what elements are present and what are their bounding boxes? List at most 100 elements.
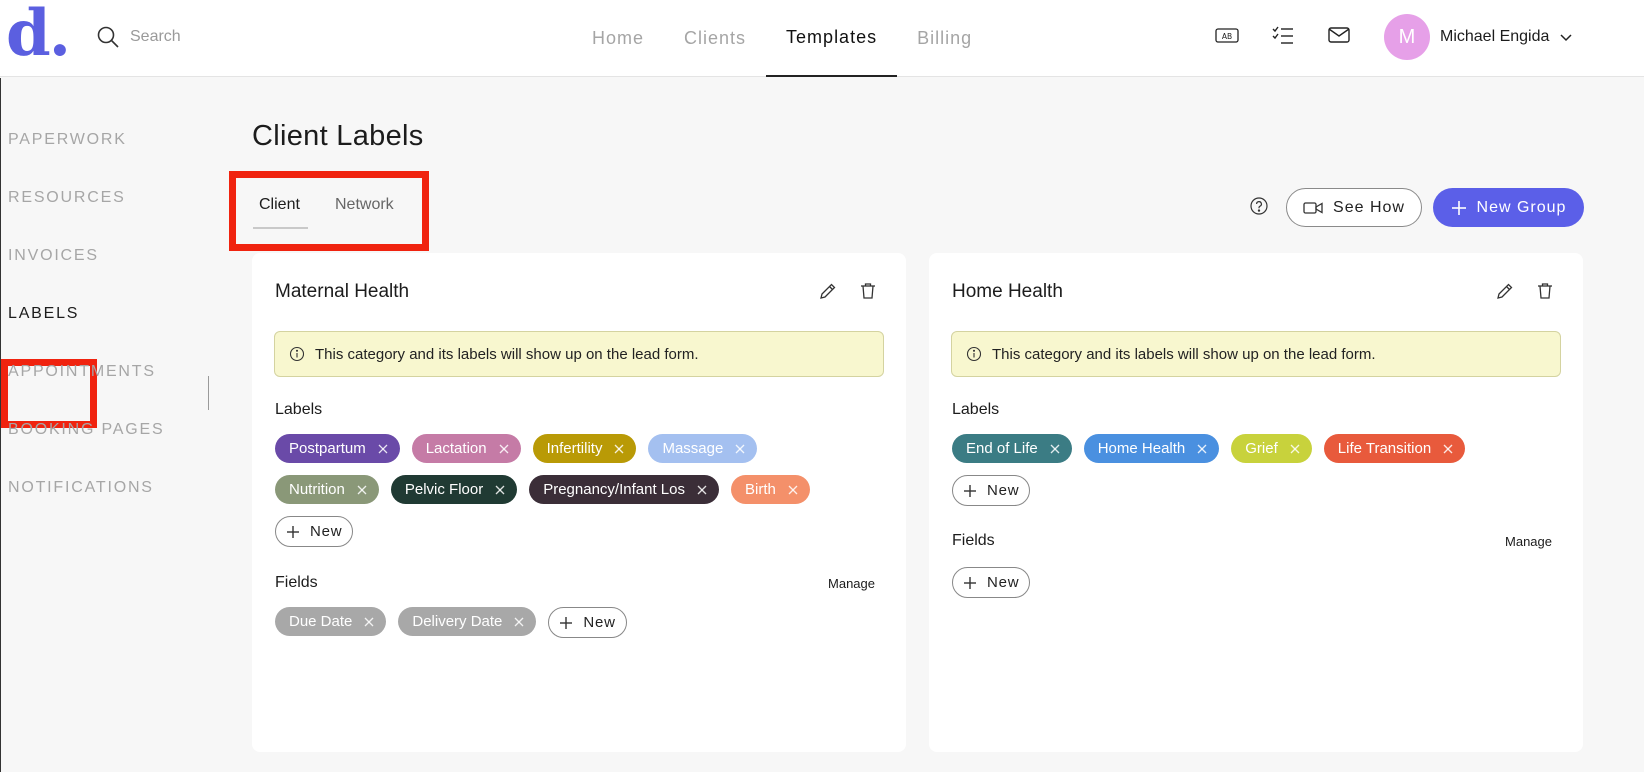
chip-text: Pregnancy/Infant Los xyxy=(543,481,685,498)
chip-text: Postpartum xyxy=(289,440,366,457)
video-icon xyxy=(1303,201,1323,214)
labels-heading: Labels xyxy=(952,401,1000,418)
nav-home[interactable]: Home xyxy=(572,0,664,77)
labels-heading: Labels xyxy=(275,401,323,418)
avatar: M xyxy=(1384,14,1430,60)
close-icon[interactable] xyxy=(364,617,374,627)
fields-heading: Fields xyxy=(275,574,318,591)
see-how-button[interactable]: See How xyxy=(1286,188,1422,227)
group-card-maternal-health: Maternal Health This category and its la… xyxy=(252,253,906,752)
plus-icon xyxy=(1451,200,1466,215)
sidebar-divider xyxy=(208,376,209,410)
sidebar-item-labels[interactable]: LABELS xyxy=(8,305,79,323)
card-title: Home Health xyxy=(952,281,1063,302)
sidebar-item-resources[interactable]: RESOURCES xyxy=(8,189,126,207)
nav-billing[interactable]: Billing xyxy=(897,0,992,77)
sidebar-item-paperwork[interactable]: PAPERWORK xyxy=(8,131,127,149)
nav-templates[interactable]: Templates xyxy=(766,0,898,77)
search-box[interactable] xyxy=(96,22,290,52)
info-icon xyxy=(289,346,305,362)
new-field-text: New xyxy=(987,574,1020,591)
sidebar-item-appointments[interactable]: APPOINTMENTS xyxy=(8,363,156,381)
lead-form-notice: This category and its labels will show u… xyxy=(274,331,884,377)
chip-text: Nutrition xyxy=(289,481,345,498)
notice-text: This category and its labels will show u… xyxy=(315,345,699,363)
label-chip[interactable]: Massage xyxy=(648,434,758,463)
close-icon[interactable] xyxy=(499,444,509,454)
app-logo[interactable]: d. xyxy=(6,2,71,66)
mail-icon[interactable] xyxy=(1326,22,1352,48)
chevron-down-icon xyxy=(1560,34,1572,42)
close-icon[interactable] xyxy=(378,444,388,454)
trash-icon[interactable] xyxy=(858,281,878,301)
sidebar-item-invoices[interactable]: INVOICES xyxy=(8,247,99,265)
label-chip[interactable]: Postpartum xyxy=(275,434,400,463)
label-chip[interactable]: Pregnancy/Infant Los xyxy=(529,475,719,504)
fields-list: New xyxy=(952,567,1562,598)
new-field-text: New xyxy=(583,614,616,631)
pencil-icon[interactable] xyxy=(818,281,838,301)
label-chip[interactable]: Lactation xyxy=(411,434,521,463)
fields-heading: Fields xyxy=(952,532,995,549)
see-how-label: See How xyxy=(1333,198,1405,216)
close-icon[interactable] xyxy=(514,617,524,627)
notice-text: This category and its labels will show u… xyxy=(992,345,1376,363)
field-chip[interactable]: Delivery Date xyxy=(398,607,537,636)
search-input[interactable] xyxy=(130,28,290,46)
close-icon[interactable] xyxy=(614,444,624,454)
chip-text: Infertility xyxy=(546,440,603,457)
top-header: d. Home Clients Templates Billing AB M M… xyxy=(0,0,1644,77)
new-label-text: New xyxy=(987,482,1020,499)
plus-icon xyxy=(964,576,976,589)
user-menu[interactable]: M Michael Engida xyxy=(1384,14,1573,60)
plus-icon xyxy=(287,525,299,538)
close-icon[interactable] xyxy=(495,485,505,495)
close-icon[interactable] xyxy=(1443,444,1453,454)
search-icon xyxy=(97,26,119,48)
close-icon[interactable] xyxy=(1050,444,1060,454)
label-chip[interactable]: Infertility xyxy=(532,434,637,463)
new-label-button[interactable]: New xyxy=(952,475,1031,506)
close-icon[interactable] xyxy=(788,485,798,495)
close-icon[interactable] xyxy=(697,485,707,495)
close-icon[interactable] xyxy=(1290,444,1300,454)
tab-client[interactable]: Client xyxy=(259,196,300,214)
fields-list: Due Date Delivery Date New xyxy=(275,607,885,638)
new-group-button[interactable]: New Group xyxy=(1433,188,1584,227)
label-chip[interactable]: Nutrition xyxy=(275,475,379,504)
close-icon[interactable] xyxy=(357,485,367,495)
trash-icon[interactable] xyxy=(1535,281,1555,301)
new-label-button[interactable]: New xyxy=(275,516,354,547)
page-title: Client Labels xyxy=(252,120,424,152)
new-field-button[interactable]: New xyxy=(548,607,627,638)
ab-test-icon[interactable]: AB xyxy=(1214,22,1240,48)
help-icon[interactable] xyxy=(1248,195,1270,217)
lead-form-notice: This category and its labels will show u… xyxy=(951,331,1561,377)
manage-fields-link[interactable]: Manage xyxy=(828,576,875,591)
close-icon[interactable] xyxy=(1197,444,1207,454)
new-group-label: New Group xyxy=(1476,198,1567,216)
nav-clients[interactable]: Clients xyxy=(664,0,766,77)
label-chip[interactable]: Birth xyxy=(730,475,810,504)
info-icon xyxy=(966,346,982,362)
label-chip[interactable]: End of Life xyxy=(952,434,1072,463)
sidebar-item-booking-pages[interactable]: BOOKING PAGES xyxy=(8,421,164,439)
sidebar-item-notifications[interactable]: NOTIFICATIONS xyxy=(8,479,154,497)
svg-text:AB: AB xyxy=(1222,32,1232,41)
label-chip[interactable]: Pelvic Floor xyxy=(390,475,518,504)
chip-text: Grief xyxy=(1245,440,1278,457)
pencil-icon[interactable] xyxy=(1495,281,1515,301)
chip-text: Home Health xyxy=(1097,440,1186,457)
tab-network[interactable]: Network xyxy=(335,196,394,214)
field-chip[interactable]: Due Date xyxy=(275,607,387,636)
checklist-icon[interactable] xyxy=(1270,22,1296,48)
label-chip[interactable]: Life Transition xyxy=(1323,434,1466,463)
plus-icon xyxy=(560,616,573,629)
new-label-text: New xyxy=(310,523,343,540)
close-icon[interactable] xyxy=(735,444,745,454)
card-title: Maternal Health xyxy=(275,281,410,302)
label-chip[interactable]: Home Health xyxy=(1083,434,1220,463)
manage-fields-link[interactable]: Manage xyxy=(1505,534,1552,549)
label-chip[interactable]: Grief xyxy=(1231,434,1312,463)
new-field-button[interactable]: New xyxy=(952,567,1031,598)
